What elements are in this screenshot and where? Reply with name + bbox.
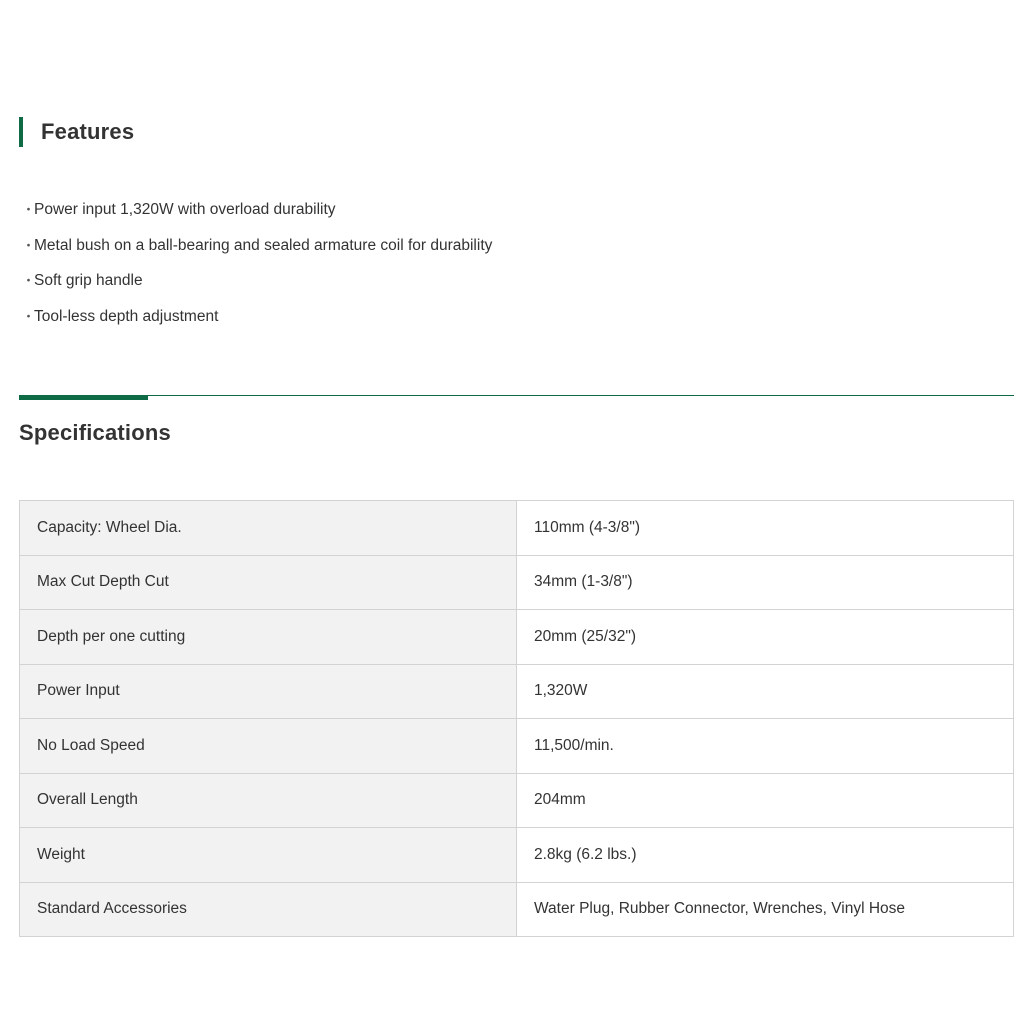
spec-value: 20mm (25/32"): [516, 609, 1014, 665]
bullet-icon: ・: [22, 273, 36, 288]
spec-label: Power Input: [19, 663, 517, 719]
section-divider: [19, 395, 1014, 396]
feature-text: Power input 1,320W with overload durabil…: [34, 201, 336, 218]
feature-text: Metal bush on a ball-bearing and sealed …: [34, 236, 493, 254]
table-row: No Load Speed 11,500/min.: [19, 718, 1014, 774]
table-row: Weight 2.8kg (6.2 lbs.): [19, 827, 1014, 883]
specifications-title: Specifications: [19, 420, 171, 445]
feature-text: Soft grip handle: [34, 272, 143, 289]
spec-label: Overall Length: [19, 772, 517, 828]
feature-item: ・ Metal bush on a ball-bearing and seale…: [22, 233, 492, 269]
table-row: Max Cut Depth Cut 34mm (1-3/8"): [19, 554, 1014, 610]
spec-value: 110mm (4-3/8"): [516, 500, 1014, 556]
spec-label: Standard Accessories: [19, 881, 517, 937]
spec-label: Weight: [19, 827, 517, 883]
table-row: Standard Accessories Water Plug, Rubber …: [19, 881, 1014, 937]
table-row: Depth per one cutting 20mm (25/32"): [19, 609, 1014, 665]
spec-label: Capacity: Wheel Dia.: [19, 500, 517, 556]
feature-item: ・ Power input 1,320W with overload durab…: [22, 197, 492, 233]
feature-list: ・ Power input 1,320W with overload durab…: [22, 197, 492, 339]
feature-text: Tool-less depth adjustment: [34, 307, 219, 325]
heading-accent-bar: [19, 117, 23, 147]
spec-value: 204mm: [516, 772, 1014, 828]
specifications-table: Capacity: Wheel Dia. 110mm (4-3/8") Max …: [19, 500, 1014, 937]
features-title: Features: [41, 119, 135, 144]
bullet-icon: ・: [22, 237, 36, 253]
spec-label: Max Cut Depth Cut: [19, 554, 517, 610]
table-row: Power Input 1,320W: [19, 663, 1014, 719]
product-detail-page: Features ・ Power input 1,320W with overl…: [0, 0, 1024, 1024]
spec-value: Water Plug, Rubber Connector, Wrenches, …: [516, 881, 1014, 937]
bullet-icon: ・: [22, 308, 36, 324]
table-row: Capacity: Wheel Dia. 110mm (4-3/8"): [19, 500, 1014, 556]
features-heading: Features: [19, 117, 134, 147]
table-row: Overall Length 204mm: [19, 772, 1014, 828]
feature-item: ・ Tool-less depth adjustment: [22, 304, 492, 340]
bullet-icon: ・: [22, 202, 36, 217]
spec-value: 2.8kg (6.2 lbs.): [516, 827, 1014, 883]
spec-value: 11,500/min.: [516, 718, 1014, 774]
spec-label: Depth per one cutting: [19, 609, 517, 665]
spec-value: 34mm (1-3/8"): [516, 554, 1014, 610]
spec-label: No Load Speed: [19, 718, 517, 774]
section-divider-accent: [19, 395, 148, 400]
spec-value: 1,320W: [516, 663, 1014, 719]
feature-item: ・ Soft grip handle: [22, 268, 492, 304]
